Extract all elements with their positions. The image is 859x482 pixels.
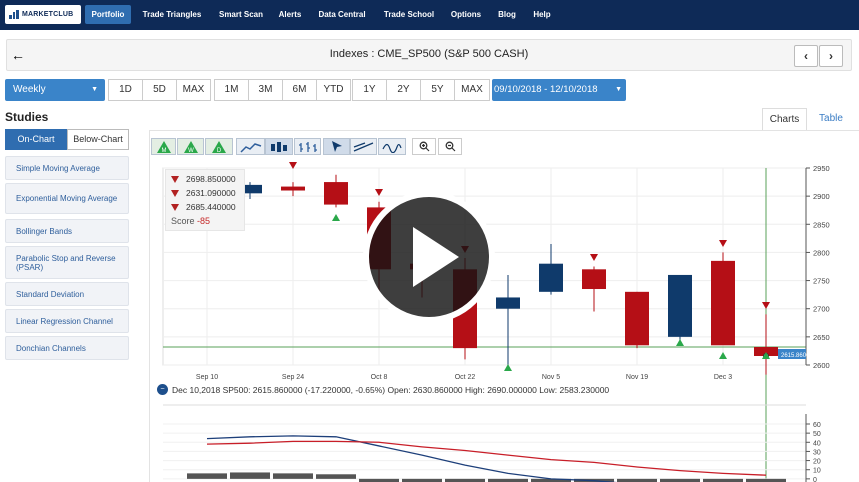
macd-panel: 0 10 20 30 40 50 60	[163, 404, 821, 482]
candle-body	[496, 297, 520, 309]
price-tick-label: 2650	[813, 333, 830, 342]
legend-monthly-value: 2698.850000	[186, 174, 236, 184]
price-tick-label: 2950	[813, 164, 830, 173]
macd-tick-label: 60	[813, 422, 821, 429]
macd-histogram-bar	[316, 474, 356, 479]
price-x-tick-label: Oct 22	[455, 374, 476, 381]
score-label: Score	[171, 216, 195, 226]
macd-tick-label: 50	[813, 431, 821, 438]
info-chart-icon: ~	[157, 384, 168, 395]
price-info-bar: ~ Dec 10,2018 SP500: 2615.860000 (-17.22…	[157, 384, 609, 395]
video-play-button[interactable]	[363, 191, 495, 323]
weekly-triangle-red-icon	[171, 190, 179, 197]
macd-tick-label: 0	[813, 477, 817, 482]
price-x-tick-label: Dec 3	[714, 374, 732, 381]
price-tick-label: 2900	[813, 192, 830, 201]
price-tick-label: 2800	[813, 248, 830, 257]
monthly-triangle-red-icon	[171, 176, 179, 183]
candle-body	[668, 274, 692, 337]
price-x-tick-label: Sep 10	[196, 374, 218, 381]
candle-body	[625, 291, 649, 346]
macd-histogram-bar	[187, 473, 227, 479]
candle-body	[582, 269, 606, 290]
score-value: -85	[197, 216, 211, 226]
trade-triangle-legend: 2698.850000 2631.090000 2685.440000 Scor…	[165, 169, 245, 231]
play-icon	[413, 227, 459, 287]
price-tick-label: 2700	[813, 305, 830, 314]
macd-histogram-bar	[230, 472, 270, 479]
price-x-tick-label: Nov 19	[626, 374, 648, 381]
candle-body	[539, 263, 563, 292]
price-tick-label: 2600	[813, 361, 830, 370]
price-x-tick-label: Sep 24	[282, 374, 304, 381]
legend-weekly-value: 2631.090000	[186, 188, 236, 198]
macd-tick-label: 20	[813, 459, 821, 466]
daily-triangle-red-icon	[171, 204, 179, 211]
macd-tick-label: 10	[813, 468, 821, 475]
candle-body	[711, 260, 735, 346]
price-tick-label: 2850	[813, 220, 830, 229]
price-info-text: Dec 10,2018 SP500: 2615.860000 (-17.2200…	[172, 384, 610, 395]
price-tick-label: 2750	[813, 277, 830, 286]
candle-body	[324, 182, 348, 205]
macd-histogram-bar	[273, 473, 313, 479]
macd-tick-label: 30	[813, 449, 821, 456]
price-x-tick-label: Nov 5	[542, 374, 560, 381]
candle-body	[281, 186, 305, 191]
chart-score: Score -85	[171, 216, 210, 226]
macd-tick-label: 40	[813, 440, 821, 447]
price-readout-label: 2615.8600	[781, 353, 810, 359]
price-x-tick-label: Oct 8	[371, 374, 388, 381]
legend-daily-value: 2685.440000	[186, 202, 236, 212]
